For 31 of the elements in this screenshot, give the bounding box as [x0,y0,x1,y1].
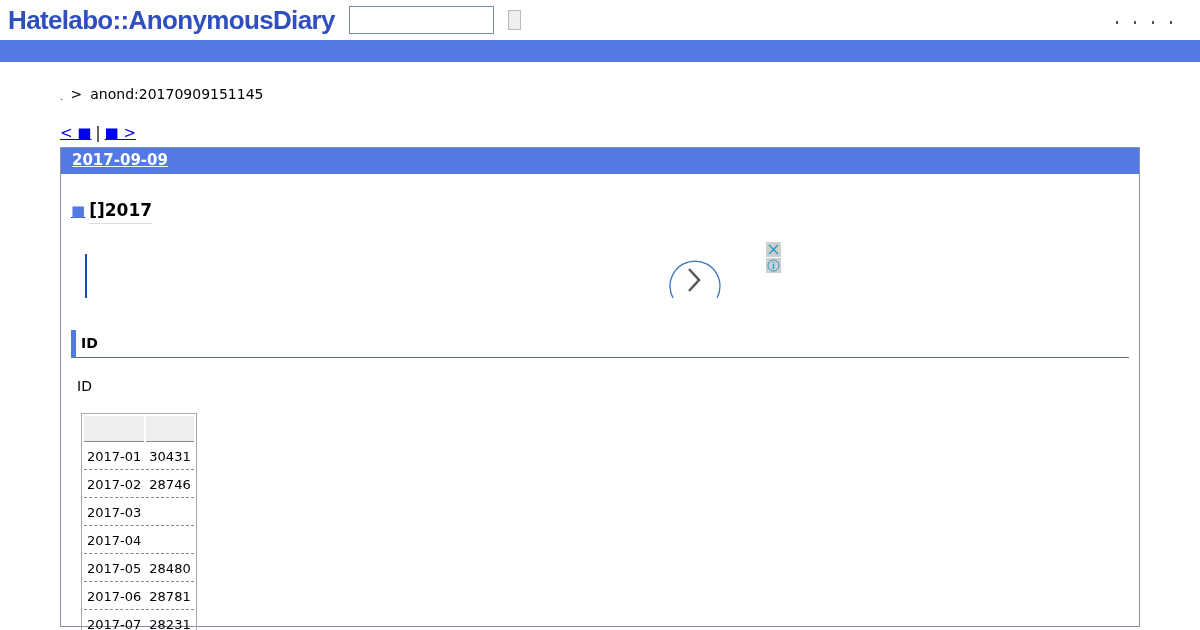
next-link[interactable]: ■ > [104,122,137,145]
table-cell: 2017-05 [84,556,145,582]
table-cell: 30431 [146,444,195,470]
table-cell: 2017-07 [84,612,145,630]
table-cell: 2017-03 [84,500,145,526]
section-heading: ID [71,330,1129,358]
table-cell: 28231 [146,612,195,630]
table-cell: 2017-01 [84,444,145,470]
search-button[interactable] [507,10,521,30]
info-icon[interactable] [766,258,781,273]
search-field[interactable] [348,6,494,34]
pager-divider: | [95,123,101,144]
section-text: ID [77,377,93,396]
table-cell: 2017-06 [84,584,145,610]
close-icon[interactable] [766,242,781,257]
table-cell: 28781 [146,584,195,610]
prev-link[interactable]: < ■ [60,122,92,145]
entry-anchor[interactable]: ■ [71,199,86,222]
date-link[interactable]: 2017-09-09 [72,149,168,172]
breadcrumb-current: anond:20170909151145 [90,85,264,104]
home-link[interactable]: . [60,93,63,102]
table-cell: 28746 [146,472,195,498]
breadcrumb-separator: > [70,85,83,104]
header-cell [146,416,195,442]
site-logo[interactable]: Hatelabo::AnonymousDiary [8,0,335,40]
table-cell: 28480 [146,556,195,582]
header-cell [84,416,145,442]
table-cell: 2017-04 [84,528,145,554]
ad-divider [85,254,87,298]
entry-title: []2017 [89,197,153,224]
table-cell: 2017-02 [84,472,145,498]
